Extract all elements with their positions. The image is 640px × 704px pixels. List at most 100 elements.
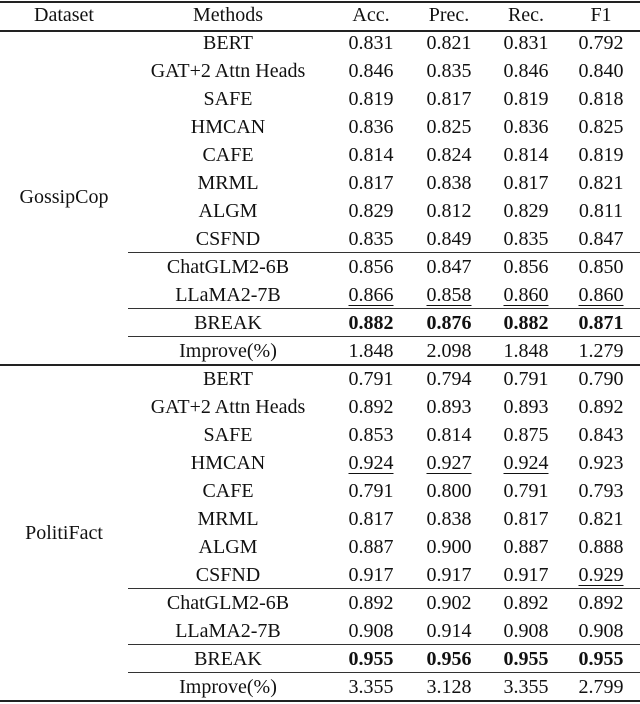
cell-rec: 0.924	[491, 449, 561, 477]
cell-rec: 0.892	[491, 589, 561, 617]
value-f1: 0.821	[578, 172, 624, 194]
cell-f1: 1.279	[566, 337, 636, 365]
cell-prec: 0.956	[414, 645, 484, 673]
results-table: Dataset Methods Acc. Prec. Rec. F1 Gossi…	[0, 1, 640, 702]
cell-prec: 0.893	[414, 393, 484, 421]
value-rec: 0.835	[503, 228, 549, 250]
table-row: ALGM 0.887 0.900 0.887 0.888	[0, 533, 640, 561]
bottom-rule	[0, 700, 640, 702]
value-acc: 0.829	[348, 200, 394, 222]
value-acc: 0.791	[348, 480, 394, 502]
cell-rec: 0.829	[491, 197, 561, 225]
value-prec: 0.914	[426, 620, 472, 642]
cell-f1: 0.871	[566, 309, 636, 337]
table-row: HMCAN 0.836 0.825 0.836 0.825	[0, 113, 640, 141]
value-acc: 0.791	[348, 368, 394, 390]
cell-rec: 3.355	[491, 673, 561, 701]
value-acc: 0.866	[348, 284, 394, 306]
cell-prec: 0.812	[414, 197, 484, 225]
table-row: BREAK 0.882 0.876 0.882 0.871	[0, 309, 640, 337]
value-f1: 0.847	[578, 228, 624, 250]
table-row: CAFE 0.814 0.824 0.814 0.819	[0, 141, 640, 169]
value-f1: 0.811	[578, 200, 624, 222]
cell-rec: 0.955	[491, 645, 561, 673]
cell-f1: 0.923	[566, 449, 636, 477]
cell-acc: 0.866	[336, 281, 406, 309]
value-acc: 0.955	[348, 648, 394, 670]
header-prec: Prec.	[428, 4, 470, 26]
value-acc: 0.817	[348, 508, 394, 530]
cell-prec: 0.825	[414, 113, 484, 141]
cell-f1: 0.811	[566, 197, 636, 225]
value-prec: 0.858	[426, 284, 472, 306]
cell-prec: 0.900	[414, 533, 484, 561]
cell-rec: 0.814	[491, 141, 561, 169]
cell-rec: 0.791	[491, 365, 561, 393]
header-f1: F1	[590, 4, 612, 26]
value-prec: 0.821	[426, 32, 472, 54]
value-prec: 0.824	[426, 144, 472, 166]
cell-prec: 0.835	[414, 57, 484, 85]
value-f1: 0.843	[578, 424, 624, 446]
cell-f1: 0.818	[566, 85, 636, 113]
value-prec: 0.814	[426, 424, 472, 446]
value-rec: 0.860	[503, 284, 549, 306]
value-rec: 0.831	[503, 32, 549, 54]
cell-acc: 1.848	[336, 337, 406, 365]
cell-prec: 0.821	[414, 29, 484, 57]
cell-rec: 0.817	[491, 505, 561, 533]
cell-f1: 0.819	[566, 141, 636, 169]
cell-rec: 0.831	[491, 29, 561, 57]
value-prec: 0.917	[426, 564, 472, 586]
table-row: CAFE 0.791 0.800 0.791 0.793	[0, 477, 640, 505]
value-acc: 0.853	[348, 424, 394, 446]
value-acc: 3.355	[348, 676, 394, 698]
method-name: MRML	[197, 172, 259, 194]
table-row: ALGM 0.829 0.812 0.829 0.811	[0, 197, 640, 225]
cell-f1: 0.821	[566, 505, 636, 533]
cell-f1: 0.908	[566, 617, 636, 645]
value-acc: 0.892	[348, 592, 394, 614]
table-row: GAT+2 Attn Heads 0.846 0.835 0.846 0.840	[0, 57, 640, 85]
method-name: ChatGLM2-6B	[166, 256, 290, 278]
cell-acc: 0.791	[336, 477, 406, 505]
value-prec: 0.794	[426, 368, 472, 390]
table-row: HMCAN 0.924 0.927 0.924 0.923	[0, 449, 640, 477]
value-acc: 0.846	[348, 60, 394, 82]
cell-f1: 0.892	[566, 393, 636, 421]
cell-rec: 0.791	[491, 477, 561, 505]
value-rec: 0.892	[503, 592, 549, 614]
value-prec: 0.835	[426, 60, 472, 82]
cell-acc: 0.924	[336, 449, 406, 477]
value-rec: 1.848	[503, 340, 549, 362]
cell-acc: 0.831	[336, 29, 406, 57]
value-rec: 0.893	[503, 396, 549, 418]
cell-f1: 0.843	[566, 421, 636, 449]
value-f1: 2.799	[578, 676, 624, 698]
value-acc: 0.819	[348, 88, 394, 110]
value-f1: 0.929	[578, 564, 624, 586]
cell-acc: 0.892	[336, 393, 406, 421]
value-f1: 0.871	[578, 312, 624, 334]
method-name: LLaMA2-7B	[175, 284, 281, 306]
cell-acc: 0.846	[336, 57, 406, 85]
cell-prec: 0.902	[414, 589, 484, 617]
value-acc: 0.817	[348, 172, 394, 194]
cell-acc: 0.908	[336, 617, 406, 645]
value-f1: 0.793	[578, 480, 624, 502]
value-rec: 0.817	[503, 508, 549, 530]
method-name: ChatGLM2-6B	[166, 592, 290, 614]
cell-acc: 0.917	[336, 561, 406, 589]
cell-f1: 0.888	[566, 533, 636, 561]
value-rec: 0.846	[503, 60, 549, 82]
cell-rec: 0.846	[491, 57, 561, 85]
cell-acc: 0.853	[336, 421, 406, 449]
cell-rec: 0.836	[491, 113, 561, 141]
cell-acc: 0.819	[336, 85, 406, 113]
cell-acc: 0.835	[336, 225, 406, 253]
table-row: CSFND 0.917 0.917 0.917 0.929	[0, 561, 640, 589]
section-rule	[128, 336, 640, 338]
method-name: CSFND	[195, 564, 261, 586]
value-acc: 0.856	[348, 256, 394, 278]
value-rec: 0.836	[503, 116, 549, 138]
